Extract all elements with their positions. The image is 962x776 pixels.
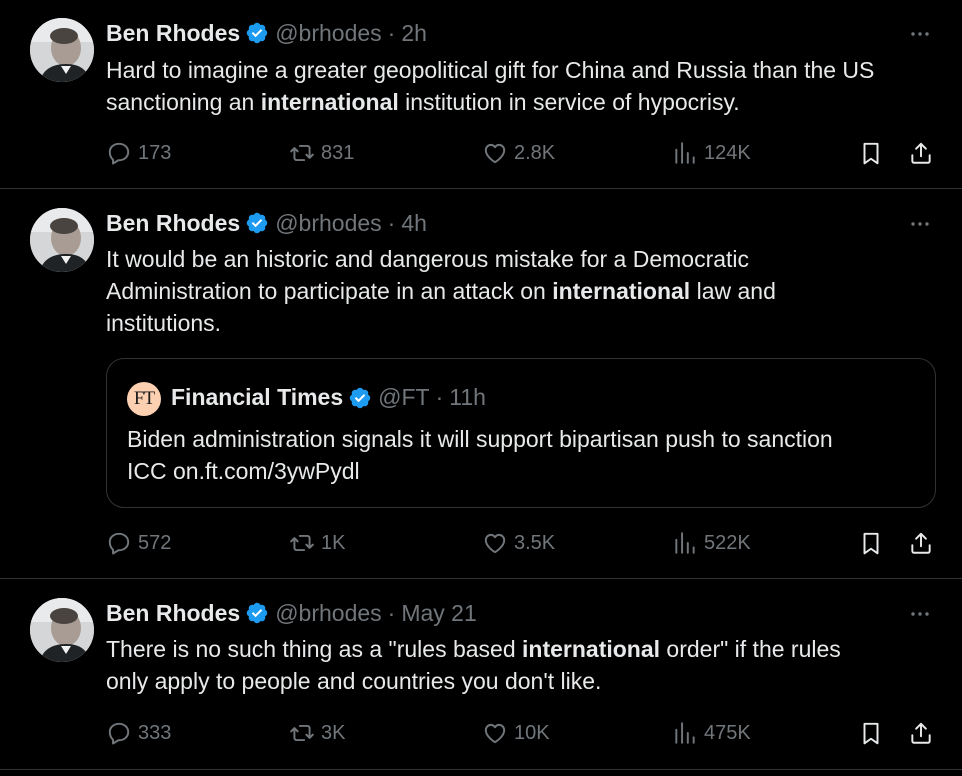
quoted-author-name: Financial Times	[171, 384, 344, 410]
views-icon	[672, 720, 698, 746]
views-count: 522K	[704, 531, 751, 554]
tweet-text: There is no such thing as a "rules based…	[106, 636, 841, 694]
like-count: 2.8K	[514, 141, 556, 164]
quoted-text: Biden administration signals it will sup…	[127, 426, 833, 484]
like-icon	[482, 530, 508, 556]
author-handle[interactable]: @brhodes	[275, 210, 381, 237]
reply-icon	[106, 530, 132, 556]
like-icon	[482, 720, 508, 746]
reply-button[interactable]: 333	[106, 716, 171, 750]
bookmark-icon[interactable]	[858, 140, 884, 166]
quoted-author-handle: @FT	[378, 384, 430, 410]
avatar[interactable]	[30, 208, 94, 272]
like-button[interactable]: 3.5K	[482, 526, 555, 560]
share-icon[interactable]	[908, 720, 934, 746]
more-icon[interactable]	[908, 212, 932, 236]
tweet-actions: 173 831 2.8K 124K	[106, 136, 936, 170]
tweet[interactable]: Ben Rhodes @brhodes · 2h Hard to imagine…	[0, 0, 962, 188]
tweet[interactable]: Ben Rhodes @brhodes · 4h It would be an …	[0, 189, 962, 577]
timestamp[interactable]: 4h	[401, 210, 427, 237]
divider	[0, 769, 962, 770]
views-icon	[672, 140, 698, 166]
author-name[interactable]: Ben Rhodes	[106, 600, 240, 627]
bookmark-icon[interactable]	[858, 530, 884, 556]
retweet-count: 831	[321, 141, 355, 164]
tweet-actions: 572 1K 3.5K 522K	[106, 526, 936, 560]
views-icon	[672, 530, 698, 556]
reply-count: 333	[138, 721, 172, 744]
views-count: 124K	[704, 141, 751, 164]
reply-count: 173	[138, 141, 172, 164]
tweet-text: It would be an historic and dangerous mi…	[106, 246, 776, 336]
reply-button[interactable]: 572	[106, 526, 171, 560]
reply-button[interactable]: 173	[106, 136, 171, 170]
reply-icon	[106, 140, 132, 166]
tweet-actions: 333 3K 10K 475K	[106, 716, 936, 750]
like-button[interactable]: 2.8K	[482, 136, 555, 170]
avatar[interactable]	[30, 598, 94, 662]
like-count: 3.5K	[514, 531, 556, 554]
reply-count: 572	[138, 531, 172, 554]
views-button[interactable]: 475K	[672, 716, 751, 750]
like-button[interactable]: 10K	[482, 716, 550, 750]
retweet-button[interactable]: 3K	[289, 716, 345, 750]
like-count: 10K	[514, 721, 550, 744]
retweet-icon	[289, 140, 315, 166]
retweet-count: 3K	[321, 721, 346, 744]
retweet-button[interactable]: 831	[289, 136, 354, 170]
retweet-icon	[289, 530, 315, 556]
share-icon[interactable]	[908, 140, 934, 166]
like-icon	[482, 140, 508, 166]
reply-icon	[106, 720, 132, 746]
separator: ·	[435, 384, 444, 410]
separator: ·	[387, 599, 396, 626]
author-name[interactable]: Ben Rhodes	[106, 210, 240, 237]
tweet[interactable]: Ben Rhodes @brhodes · May 21 There is no…	[0, 579, 962, 769]
timestamp[interactable]: 2h	[401, 20, 427, 47]
author-handle[interactable]: @brhodes	[275, 600, 381, 627]
more-icon[interactable]	[908, 602, 932, 626]
quoted-tweet[interactable]: FT Financial Times @FT · 11h Biden admin…	[106, 358, 936, 508]
retweet-count: 1K	[321, 531, 346, 554]
ft-logo: FT	[127, 382, 161, 416]
avatar[interactable]	[30, 18, 94, 82]
retweet-button[interactable]: 1K	[289, 526, 345, 560]
author-name[interactable]: Ben Rhodes	[106, 20, 240, 47]
retweet-icon	[289, 720, 315, 746]
author-handle[interactable]: @brhodes	[275, 20, 381, 47]
verified-badge-icon	[348, 386, 372, 410]
quoted-timestamp: 11h	[449, 384, 486, 410]
share-icon[interactable]	[908, 530, 934, 556]
verified-badge-icon	[245, 21, 269, 45]
verified-badge-icon	[245, 211, 269, 235]
separator: ·	[387, 209, 396, 236]
views-button[interactable]: 124K	[672, 136, 751, 170]
tweet-text: Hard to imagine a greater geopolitical g…	[106, 57, 875, 115]
views-count: 475K	[704, 721, 751, 744]
verified-badge-icon	[245, 601, 269, 625]
more-icon[interactable]	[908, 22, 932, 46]
bookmark-icon[interactable]	[858, 720, 884, 746]
separator: ·	[387, 19, 396, 46]
views-button[interactable]: 522K	[672, 526, 751, 560]
timestamp[interactable]: May 21	[401, 600, 476, 627]
